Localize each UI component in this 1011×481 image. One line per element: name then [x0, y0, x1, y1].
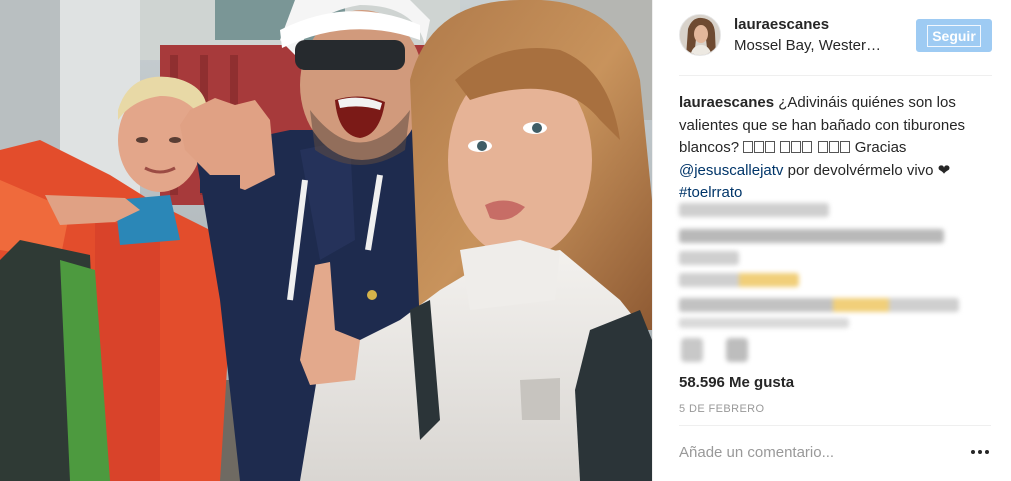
header-divider	[679, 75, 992, 76]
avatar[interactable]	[679, 14, 721, 56]
post-username[interactable]: lauraescanes	[734, 16, 829, 33]
blurred-comment-line	[679, 251, 739, 265]
blurred-icon	[681, 338, 703, 362]
post-photo[interactable]	[0, 0, 652, 481]
selfie-image	[0, 0, 652, 481]
blurred-comment-line	[679, 229, 944, 243]
emoji-placeholder-icon	[817, 139, 851, 156]
blurred-comment-line	[679, 298, 959, 312]
comment-divider	[679, 425, 991, 426]
emoji-placeholder-icon	[780, 139, 813, 156]
caption-mention-link[interactable]: @jesuscallejatv	[679, 162, 783, 179]
blurred-comment-line	[679, 273, 799, 287]
post-date: 5 DE FEBRERO	[679, 403, 765, 415]
avatar-image	[680, 15, 720, 55]
post-side-panel: lauraescanes Mossel Bay, Wester… Seguir …	[652, 0, 1011, 481]
follow-button-label: Seguir	[927, 24, 981, 47]
follow-button[interactable]: Seguir	[916, 19, 992, 52]
caption-hashtag-link[interactable]: #toelrrato	[679, 184, 742, 201]
blurred-icon	[726, 338, 748, 362]
comment-input[interactable]: Añade un comentario...	[679, 444, 929, 461]
likes-count[interactable]: 58.596 Me gusta	[679, 374, 794, 391]
blurred-comment-line	[679, 318, 849, 328]
post-header: lauraescanes Mossel Bay, Wester… Seguir	[653, 0, 1011, 76]
caption-text-end: por devolvérmelo vivo ❤	[787, 161, 951, 179]
post-location[interactable]: Mossel Bay, Wester…	[734, 37, 881, 54]
blurred-comment-line	[679, 203, 829, 217]
emoji-placeholder-icon	[743, 139, 776, 156]
more-options-icon[interactable]	[971, 447, 991, 457]
caption-username[interactable]: lauraescanes	[679, 94, 774, 111]
post-caption: lauraescanes ¿Adivináis quiénes son los …	[679, 92, 997, 205]
caption-text-thanks: Gracias	[854, 139, 907, 156]
